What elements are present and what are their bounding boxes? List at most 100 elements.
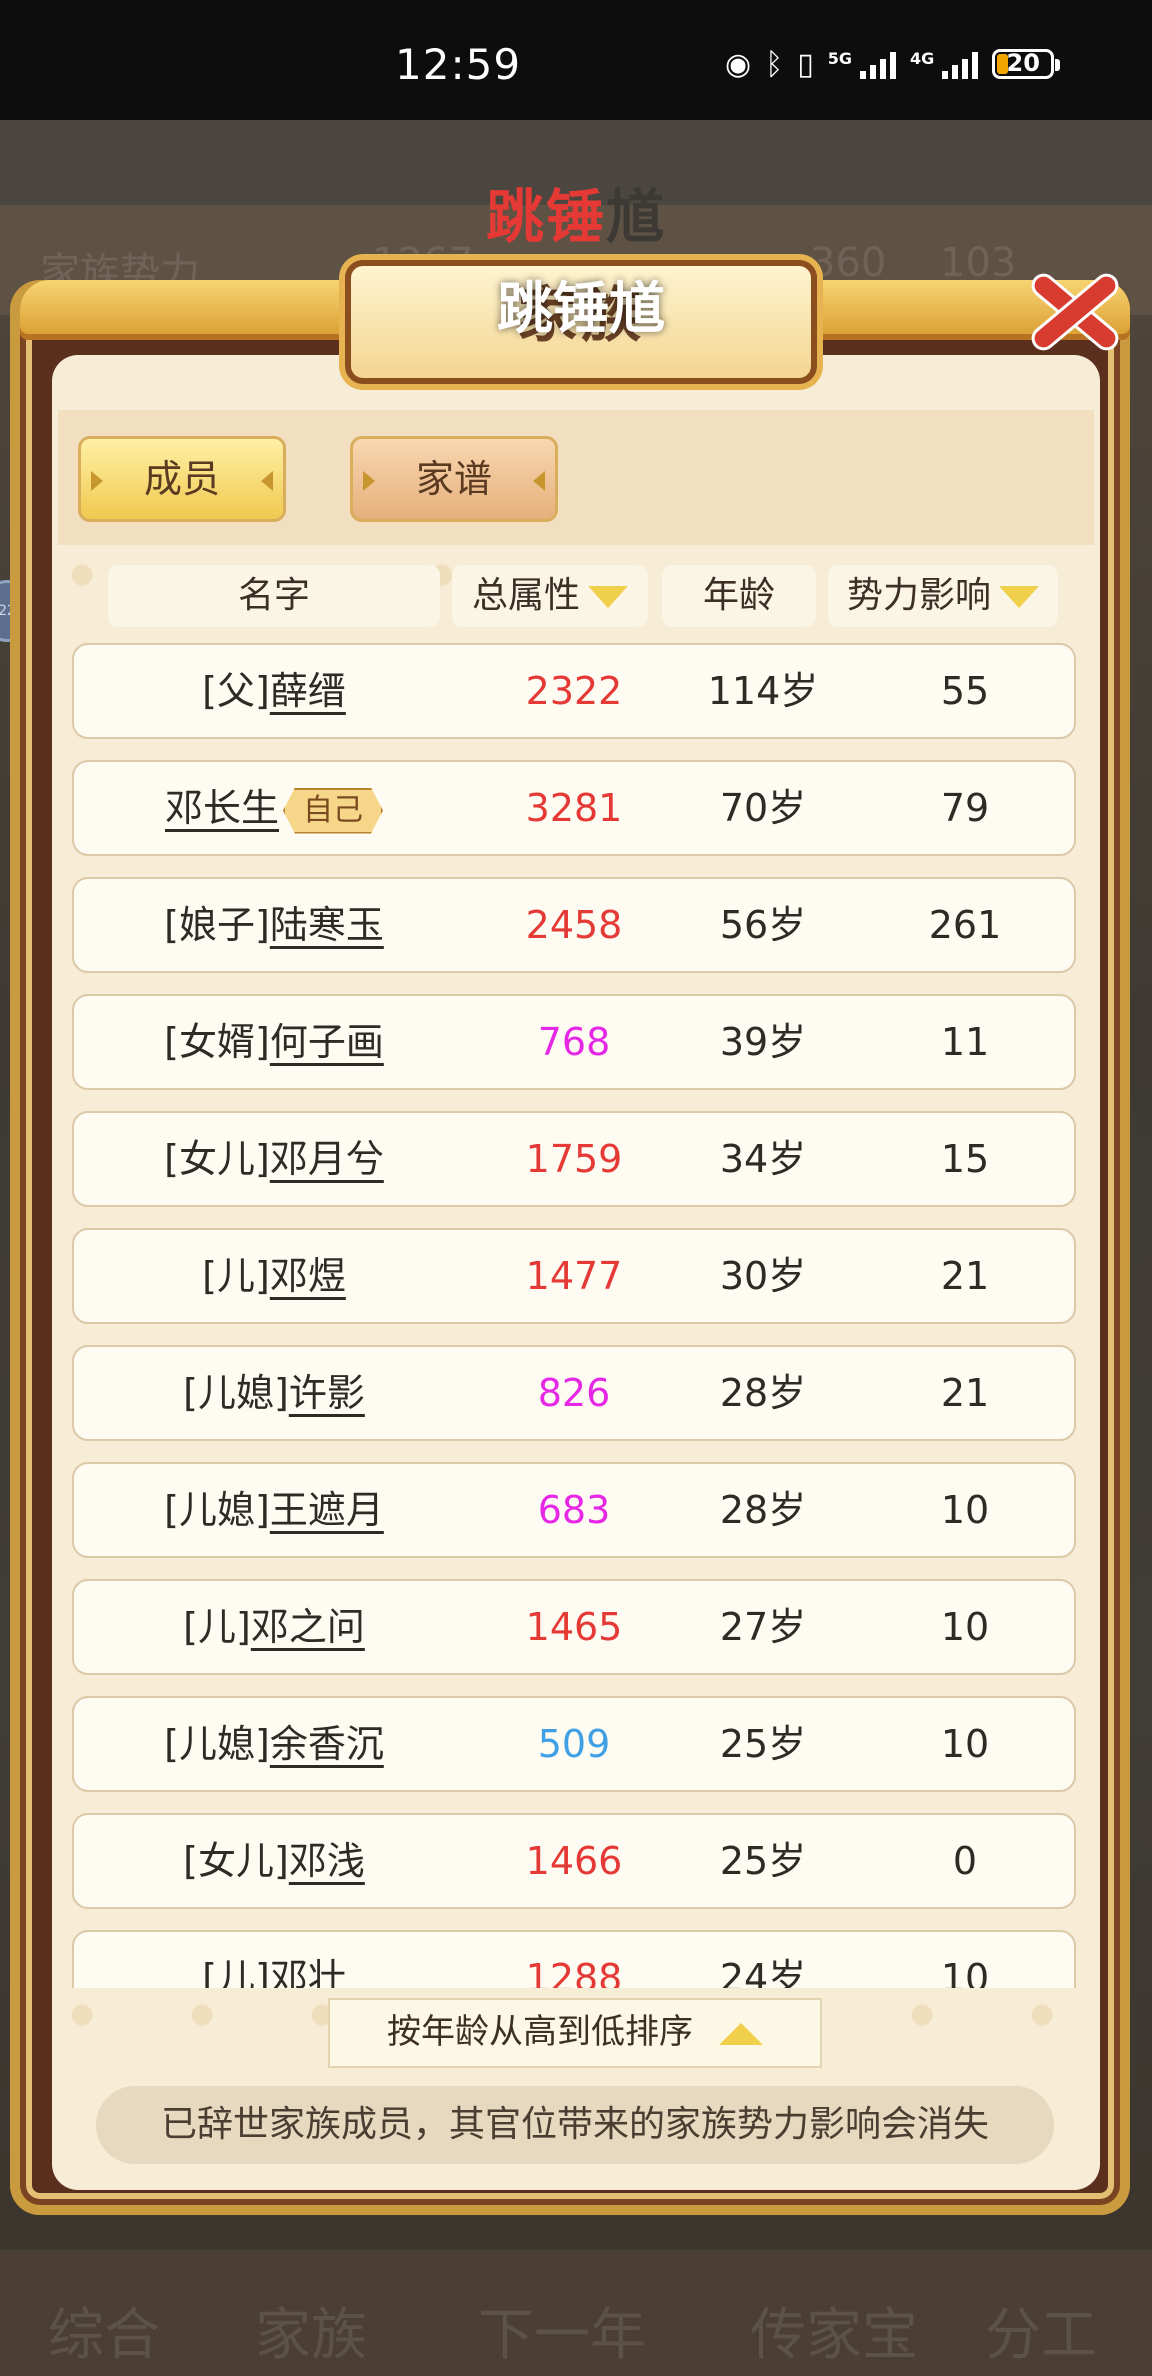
relation-prefix: [儿媳] bbox=[183, 1371, 289, 1415]
member-age: 24岁 bbox=[719, 1956, 807, 1988]
member-row[interactable]: [儿]邓壮 1288 24岁 10 bbox=[72, 1930, 1076, 1988]
relation-prefix: [儿] bbox=[202, 1956, 270, 1988]
member-name-cell: 邓长生 自己 bbox=[74, 762, 474, 854]
member-influence: 15 bbox=[940, 1137, 990, 1181]
tab-bar: 成员 家谱 bbox=[58, 410, 1094, 545]
plaque-overlay-text: 跳锤馗 bbox=[497, 277, 665, 342]
member-name-link[interactable]: 邓壮 bbox=[270, 1956, 346, 1988]
member-row[interactable]: [女婿]何子画 768 39岁 11 bbox=[72, 994, 1076, 1090]
sort-by-age-button[interactable]: 按年龄从高到低排序 bbox=[328, 1998, 822, 2068]
bg-nav-3: 下一年 bbox=[478, 2303, 646, 2368]
member-name-link[interactable]: 陆寒玉 bbox=[270, 903, 384, 947]
member-attr-value: 1465 bbox=[525, 1605, 623, 1649]
bg-nav-1: 综合 bbox=[48, 2303, 160, 2368]
member-name-link[interactable]: 王遮月 bbox=[270, 1488, 384, 1532]
member-influence: 79 bbox=[940, 786, 990, 830]
member-row[interactable]: [儿媳]许影 826 28岁 21 bbox=[72, 1345, 1076, 1441]
tab-genealogy[interactable]: 家谱 bbox=[350, 436, 558, 522]
bg-nav-2: 家族 bbox=[255, 2303, 367, 2368]
tab-arrow-right-icon bbox=[261, 471, 273, 491]
member-row[interactable]: [儿媳]余香沉 509 25岁 10 bbox=[72, 1696, 1076, 1792]
battery-icon: 20 bbox=[992, 49, 1061, 79]
member-name-link[interactable]: 许影 bbox=[289, 1371, 365, 1415]
member-attr-value: 768 bbox=[537, 1020, 611, 1064]
member-name-link[interactable]: 邓浅 bbox=[289, 1839, 365, 1883]
member-row[interactable]: [娘子]陆寒玉 2458 56岁 261 bbox=[72, 877, 1076, 973]
member-attr-value: 2458 bbox=[525, 903, 623, 947]
sort-down-icon bbox=[999, 586, 1039, 608]
member-influence: 21 bbox=[940, 1254, 990, 1298]
member-influence: 55 bbox=[940, 669, 990, 713]
member-name-cell: [儿媳]王遮月 bbox=[74, 1464, 474, 1556]
member-influence: 21 bbox=[940, 1371, 990, 1415]
member-name-cell: [儿]邓之问 bbox=[74, 1581, 474, 1673]
relation-prefix: [儿] bbox=[183, 1605, 251, 1649]
member-row[interactable]: [父]薛缙 2322 114岁 55 bbox=[72, 643, 1076, 739]
member-name-link[interactable]: 何子画 bbox=[270, 1020, 384, 1064]
overlay-title: 跳锤馗 bbox=[486, 183, 667, 251]
sort-down-icon bbox=[588, 586, 628, 608]
member-age: 25岁 bbox=[719, 1722, 807, 1766]
bluetooth-icon: ᛒ bbox=[765, 46, 784, 82]
self-badge: 自己 bbox=[283, 787, 383, 834]
relation-prefix: [儿] bbox=[202, 1254, 270, 1298]
member-age: 30岁 bbox=[719, 1254, 807, 1298]
member-attr-value: 826 bbox=[537, 1371, 611, 1415]
eye-icon: ◉ bbox=[725, 46, 752, 82]
relation-prefix: [儿媳] bbox=[164, 1488, 270, 1532]
relation-prefix: [父] bbox=[202, 669, 270, 713]
member-row[interactable]: [儿]邓之问 1465 27岁 10 bbox=[72, 1579, 1076, 1675]
member-attr-value: 3281 bbox=[525, 786, 623, 830]
member-name-link[interactable]: 邓月兮 bbox=[270, 1137, 384, 1181]
member-name-link[interactable]: 余香沉 bbox=[270, 1722, 384, 1766]
column-header-name: 名字 bbox=[108, 565, 440, 627]
member-age: 70岁 bbox=[719, 786, 807, 830]
member-influence: 10 bbox=[940, 1605, 990, 1649]
tab-members[interactable]: 成员 bbox=[78, 436, 286, 522]
member-attr-value: 683 bbox=[537, 1488, 611, 1532]
deceased-notice: 已辞世家族成员，其官位带来的家族势力影响会消失 bbox=[96, 2086, 1054, 2164]
member-age: 25岁 bbox=[719, 1839, 807, 1883]
member-name-cell: [女婿]何子画 bbox=[74, 996, 474, 1088]
member-name-cell: [女儿]邓浅 bbox=[74, 1815, 474, 1907]
member-influence: 261 bbox=[928, 903, 1002, 947]
member-attr-value: 509 bbox=[537, 1722, 611, 1766]
member-attr-value: 1466 bbox=[525, 1839, 623, 1883]
sort-button-label: 按年龄从高到低排序 bbox=[387, 2012, 693, 2052]
relation-prefix: [儿媳] bbox=[164, 1722, 270, 1766]
member-row[interactable]: [儿媳]王遮月 683 28岁 10 bbox=[72, 1462, 1076, 1558]
tab-genealogy-label: 家谱 bbox=[415, 457, 492, 501]
member-attr-value: 1288 bbox=[525, 1956, 623, 1988]
member-name-link[interactable]: 邓长生 bbox=[165, 786, 279, 830]
status-icons: ◉ ᛒ ▯ 5G 4G 20 bbox=[725, 44, 1061, 84]
member-name-cell: [儿]邓煜 bbox=[74, 1230, 474, 1322]
member-influence: 10 bbox=[940, 1956, 990, 1988]
member-row[interactable]: [女儿]邓浅 1466 25岁 0 bbox=[72, 1813, 1076, 1909]
column-header-age: 年龄 bbox=[662, 565, 816, 627]
tab-arrow-left-icon bbox=[91, 471, 103, 491]
close-button[interactable] bbox=[1015, 255, 1130, 365]
member-attr-value: 1759 bbox=[525, 1137, 623, 1181]
tab-arrow-left-icon bbox=[363, 471, 375, 491]
member-age: 114岁 bbox=[707, 669, 819, 713]
member-age: 56岁 bbox=[719, 903, 807, 947]
signal-5g-icon: 5G bbox=[828, 49, 896, 79]
bg-nav-5: 分工 bbox=[985, 2303, 1097, 2368]
bg-nav-4: 传家宝 bbox=[750, 2303, 918, 2368]
member-list[interactable]: [父]薛缙 2322 114岁 55 邓长生 自己 3281 70岁 79 [娘子]陆寒玉 2458… bbox=[72, 643, 1076, 1988]
tab-arrow-right-icon bbox=[533, 471, 545, 491]
relation-prefix: [娘子] bbox=[164, 903, 270, 947]
member-age: 28岁 bbox=[719, 1488, 807, 1532]
sort-up-icon bbox=[719, 2022, 763, 2045]
column-header-attr[interactable]: 总属性 bbox=[452, 565, 648, 627]
member-row[interactable]: [女儿]邓月兮 1759 34岁 15 bbox=[72, 1111, 1076, 1207]
member-name-link[interactable]: 邓之问 bbox=[251, 1605, 365, 1649]
status-bar: 12:59 ◉ ᛒ ▯ 5G 4G 20 bbox=[0, 0, 1152, 120]
member-name-link[interactable]: 邓煜 bbox=[270, 1254, 346, 1298]
member-attr-value: 2322 bbox=[525, 669, 623, 713]
column-header-influence[interactable]: 势力影响 bbox=[828, 565, 1058, 627]
relation-prefix: [女婿] bbox=[164, 1020, 270, 1064]
member-row[interactable]: 邓长生 自己 3281 70岁 79 bbox=[72, 760, 1076, 856]
member-row[interactable]: [儿]邓煜 1477 30岁 21 bbox=[72, 1228, 1076, 1324]
member-name-link[interactable]: 薛缙 bbox=[270, 669, 346, 713]
